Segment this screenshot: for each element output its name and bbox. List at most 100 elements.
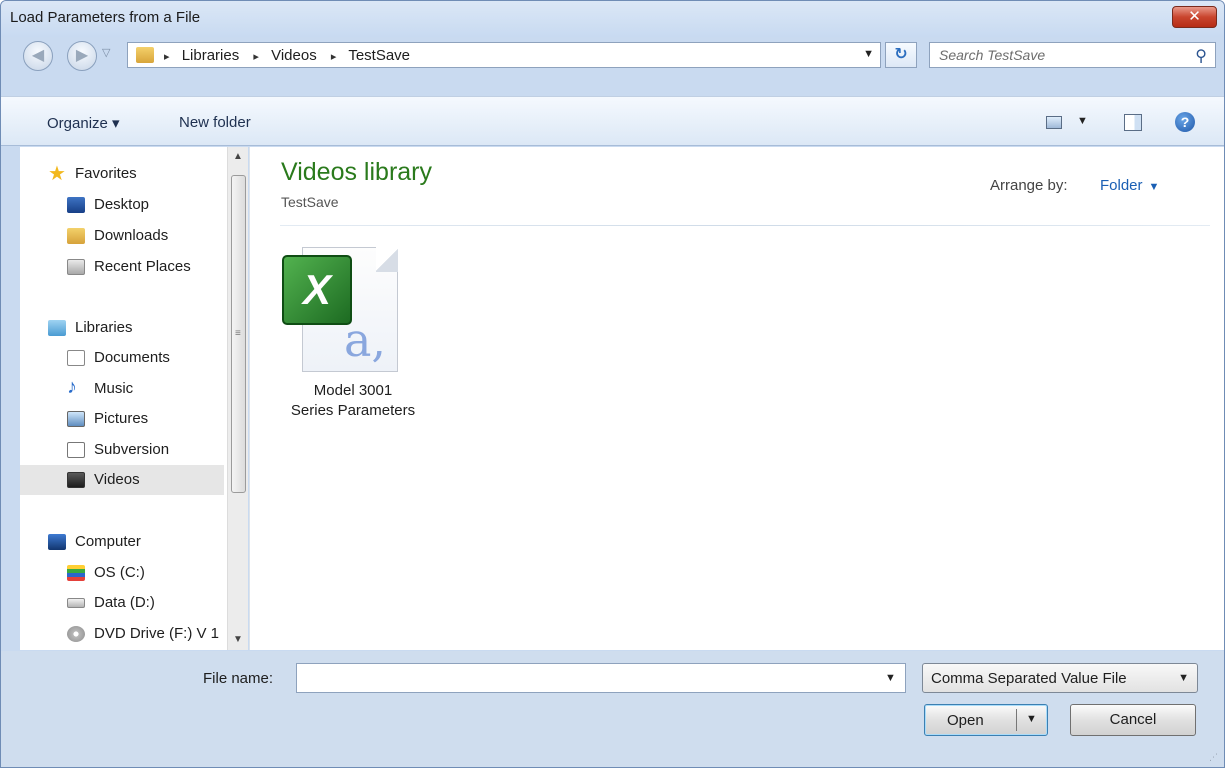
file-open-dialog: Load Parameters from a File ✕ ◀ ▶ ▽ ▸ Li… bbox=[0, 0, 1225, 768]
csv-glyph-icon: a, bbox=[344, 313, 387, 367]
sidebar-item-label: Documents bbox=[94, 349, 170, 366]
recent-locations-dropdown[interactable]: ▽ bbox=[102, 46, 110, 59]
page-fold-icon bbox=[376, 247, 398, 272]
address-row: ◀ ▶ ▽ ▸ Libraries ▸ Videos ▸ TestSave ▼ … bbox=[1, 37, 1224, 73]
refresh-icon: ↻ bbox=[894, 46, 908, 63]
scroll-down-icon[interactable]: ▼ bbox=[228, 630, 248, 650]
back-arrow-icon: ◀ bbox=[31, 47, 45, 64]
scroll-thumb[interactable]: ≡ bbox=[231, 175, 246, 493]
dialog-footer: File name: ▼ Comma Separated Value File … bbox=[1, 651, 1224, 767]
folder-icon bbox=[136, 47, 154, 63]
sidebar-item-label: Libraries bbox=[75, 319, 133, 336]
sidebar-item-label: DVD Drive (F:) V 1 bbox=[94, 625, 220, 642]
back-button[interactable]: ◀ bbox=[23, 41, 53, 71]
libraries-icon bbox=[48, 320, 66, 336]
sidebar-item-pictures[interactable]: Pictures bbox=[20, 404, 224, 434]
address-bar[interactable]: ▸ Libraries ▸ Videos ▸ TestSave ▼ bbox=[127, 42, 881, 68]
sidebar-item-label: Data (D:) bbox=[94, 594, 155, 611]
sidebar-item-label: Favorites bbox=[75, 165, 137, 182]
breadcrumb-arrow-icon[interactable]: ▸ bbox=[164, 51, 170, 63]
sidebar-item-music[interactable]: ♪ Music bbox=[20, 374, 224, 404]
arrange-by-dropdown[interactable]: Folder ▼ bbox=[1100, 177, 1159, 194]
sidebar-item-label: Desktop bbox=[94, 196, 150, 213]
new-folder-button[interactable]: New folder bbox=[179, 114, 251, 131]
grip-icon: ≡ bbox=[235, 328, 241, 339]
window-title: Load Parameters from a File bbox=[10, 9, 201, 26]
cancel-button[interactable]: Cancel bbox=[1070, 704, 1196, 736]
sidebar-item-label: Pictures bbox=[94, 410, 149, 427]
address-dropdown-icon[interactable]: ▼ bbox=[863, 48, 874, 60]
breadcrumb-videos[interactable]: Videos bbox=[271, 47, 317, 64]
arrange-by-label: Arrange by: bbox=[990, 177, 1068, 194]
videos-icon bbox=[67, 472, 85, 488]
chevron-down-icon: ▼ bbox=[1148, 181, 1160, 193]
breadcrumb-arrow-icon[interactable]: ▸ bbox=[253, 51, 259, 63]
sidebar-item-data-drive[interactable]: Data (D:) bbox=[20, 588, 224, 618]
sidebar-item-documents[interactable]: Documents bbox=[20, 343, 224, 373]
close-button[interactable]: ✕ bbox=[1172, 6, 1217, 28]
dvd-drive-icon bbox=[67, 626, 85, 642]
sidebar-item-label: Computer bbox=[75, 533, 141, 550]
sidebar-item-dvd-drive[interactable]: DVD Drive (F:) V 1 bbox=[20, 619, 224, 649]
open-button-label: Open bbox=[947, 712, 984, 729]
file-type-value: Comma Separated Value File bbox=[931, 670, 1127, 687]
open-options-dropdown-icon[interactable]: ▼ bbox=[1026, 713, 1037, 725]
preview-pane-icon[interactable] bbox=[1124, 114, 1142, 131]
breadcrumb-libraries[interactable]: Libraries bbox=[182, 47, 240, 64]
sidebar-item-label: Recent Places bbox=[94, 258, 191, 275]
file-item-model-3001[interactable]: X a, Model 3001 Series Parameters bbox=[268, 245, 438, 425]
organize-button[interactable]: Organize ▾ bbox=[47, 114, 120, 132]
navigation-pane: ★ Favorites Desktop Downloads Recent Pla… bbox=[20, 147, 248, 650]
search-box: ⚲ bbox=[929, 42, 1216, 68]
view-options-dropdown-icon[interactable]: ▼ bbox=[1077, 115, 1088, 127]
library-subtitle: TestSave bbox=[281, 194, 339, 210]
split-divider bbox=[1016, 709, 1017, 731]
sidebar-item-videos[interactable]: Videos bbox=[20, 465, 224, 495]
resize-grip-icon[interactable]: ⋰ bbox=[1209, 752, 1218, 763]
sidebar-item-label: OS (C:) bbox=[94, 564, 145, 581]
breadcrumb-arrow-icon[interactable]: ▸ bbox=[331, 51, 337, 63]
star-icon: ★ bbox=[48, 163, 66, 185]
file-name-input[interactable] bbox=[296, 663, 906, 693]
open-button[interactable]: Open ▼ bbox=[924, 704, 1048, 736]
forward-button[interactable]: ▶ bbox=[67, 41, 97, 71]
navigation-scrollbar[interactable]: ▲ ≡ ▼ bbox=[227, 147, 248, 650]
sidebar-item-computer[interactable]: Computer bbox=[20, 527, 224, 557]
chevron-down-icon: ▼ bbox=[1178, 672, 1189, 684]
sidebar-item-subversion[interactable]: Subversion bbox=[20, 435, 224, 465]
sidebar-item-libraries[interactable]: Libraries bbox=[20, 313, 224, 343]
file-name-label: File name: bbox=[203, 670, 274, 687]
sidebar-item-desktop[interactable]: Desktop bbox=[20, 190, 224, 220]
file-label: Model 3001 Series Parameters bbox=[268, 381, 438, 421]
sidebar-item-os-drive[interactable]: OS (C:) bbox=[20, 558, 224, 588]
sidebar-item-favorites[interactable]: ★ Favorites bbox=[20, 159, 224, 189]
downloads-icon bbox=[67, 228, 85, 244]
file-type-select[interactable]: Comma Separated Value File ▼ bbox=[922, 663, 1198, 693]
forward-arrow-icon: ▶ bbox=[75, 47, 89, 64]
arrange-by-value: Folder bbox=[1100, 177, 1143, 194]
library-title: Videos library bbox=[281, 158, 433, 186]
breadcrumb-testsave[interactable]: TestSave bbox=[348, 47, 410, 64]
help-icon[interactable]: ? bbox=[1175, 112, 1195, 132]
sidebar-item-label: Music bbox=[94, 380, 134, 397]
change-view-icon[interactable] bbox=[1046, 116, 1062, 129]
recent-places-icon bbox=[67, 259, 85, 275]
file-name-line-1: Model 3001 bbox=[313, 382, 393, 399]
data-drive-icon bbox=[67, 598, 85, 608]
refresh-button[interactable]: ↻ bbox=[885, 42, 917, 68]
search-icon[interactable]: ⚲ bbox=[1195, 46, 1207, 66]
sidebar-item-label: Videos bbox=[94, 471, 140, 488]
title-bar: Load Parameters from a File ✕ bbox=[1, 1, 1224, 37]
pictures-icon bbox=[67, 411, 85, 427]
search-input[interactable] bbox=[930, 43, 1180, 67]
computer-icon bbox=[48, 534, 66, 550]
sidebar-item-downloads[interactable]: Downloads bbox=[20, 221, 224, 251]
close-icon: ✕ bbox=[1188, 8, 1201, 25]
excel-icon: X bbox=[282, 255, 352, 325]
sidebar-item-recent-places[interactable]: Recent Places bbox=[20, 252, 224, 282]
file-name-dropdown-icon[interactable]: ▼ bbox=[885, 672, 896, 684]
scroll-up-icon[interactable]: ▲ bbox=[228, 147, 248, 167]
header-divider bbox=[280, 225, 1210, 226]
sidebar-item-label: Downloads bbox=[94, 227, 169, 244]
sidebar-item-label: Subversion bbox=[94, 441, 170, 458]
